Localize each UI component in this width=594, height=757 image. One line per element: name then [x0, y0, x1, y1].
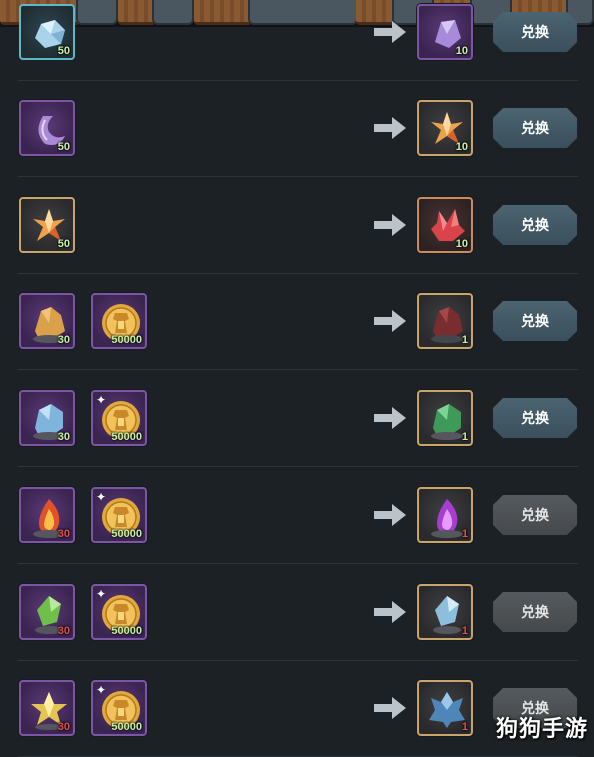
- exchange-row: 50 10 兑换: [0, 80, 594, 177]
- item-count: 50: [57, 45, 70, 57]
- exchange-row: 50 10 兑换: [0, 0, 594, 81]
- exchange-button[interactable]: 兑换: [493, 108, 577, 148]
- item-count: 50000: [111, 528, 142, 540]
- item-slot[interactable]: 30: [19, 680, 75, 736]
- arrow-right-icon: [374, 117, 406, 139]
- arrow-right-icon: [374, 21, 406, 43]
- item-count: 30: [57, 334, 70, 346]
- arrow-right-icon: [374, 601, 406, 623]
- item-slot[interactable]: 30: [19, 487, 75, 543]
- item-count: 50000: [111, 334, 142, 346]
- item-count: 50000: [111, 625, 142, 637]
- item-slot[interactable]: 50: [19, 197, 75, 253]
- item-count: 10: [455, 45, 468, 57]
- exchange-row: 30 ✦ 50000 1 兑换: [0, 564, 594, 661]
- arrow-right-icon: [374, 697, 406, 719]
- item-count: 1: [461, 431, 468, 443]
- item-count: 10: [455, 141, 468, 153]
- item-slot[interactable]: 1: [417, 487, 473, 543]
- item-count: 1: [461, 528, 468, 540]
- exchange-button[interactable]: 兑换: [493, 495, 577, 535]
- exchange-button[interactable]: 兑换: [493, 592, 577, 632]
- item-count: 30: [57, 721, 70, 733]
- arrow-right-icon: [374, 214, 406, 236]
- item-slot[interactable]: 30: [19, 293, 75, 349]
- item-slot[interactable]: ✦ 50000: [91, 680, 147, 736]
- exchange-button[interactable]: 兑换: [493, 301, 577, 341]
- arrow-right-icon: [374, 407, 406, 429]
- item-slot[interactable]: ✦ 50000: [91, 390, 147, 446]
- arrow-right-icon: [374, 504, 406, 526]
- item-slot[interactable]: 10: [417, 4, 473, 60]
- item-count: 1: [461, 721, 468, 733]
- item-count: 1: [461, 334, 468, 346]
- sparkle-icon: ✦: [96, 490, 107, 504]
- item-slot[interactable]: 1: [417, 390, 473, 446]
- item-slot[interactable]: ✦ 50000: [91, 584, 147, 640]
- item-count: 30: [57, 431, 70, 443]
- sparkle-icon: ✦: [96, 393, 107, 407]
- exchange-button[interactable]: 兑换: [493, 12, 577, 52]
- exchange-button[interactable]: 兑换: [493, 398, 577, 438]
- watermark: 狗狗手游: [495, 716, 588, 741]
- item-count: 30: [57, 625, 70, 637]
- sparkle-icon: ✦: [96, 683, 107, 697]
- item-count: 30: [57, 528, 70, 540]
- item-slot[interactable]: 10: [417, 100, 473, 156]
- item-slot[interactable]: 50: [19, 100, 75, 156]
- item-count: 50: [57, 238, 70, 250]
- item-count: 1: [461, 625, 468, 637]
- exchange-row: 30 50000 1 兑换: [0, 273, 594, 370]
- item-count: 50000: [111, 721, 142, 733]
- exchange-button[interactable]: 兑换: [493, 205, 577, 245]
- item-slot[interactable]: 1: [417, 584, 473, 640]
- item-slot[interactable]: 30: [19, 390, 75, 446]
- item-slot[interactable]: 50000: [91, 293, 147, 349]
- item-slot[interactable]: 1: [417, 680, 473, 736]
- arrow-right-icon: [374, 310, 406, 332]
- sparkle-icon: ✦: [96, 587, 107, 601]
- item-count: 50: [57, 141, 70, 153]
- item-count: 50000: [111, 431, 142, 443]
- item-slot[interactable]: ✦ 50000: [91, 487, 147, 543]
- exchange-row: 50 10 兑换: [0, 177, 594, 274]
- exchange-row: 30 ✦ 50000 1 兑换: [0, 370, 594, 467]
- item-slot[interactable]: 1: [417, 293, 473, 349]
- exchange-row: 30 ✦ 50000 1 兑换: [0, 467, 594, 564]
- item-count: 10: [455, 238, 468, 250]
- item-slot[interactable]: 10: [417, 197, 473, 253]
- item-slot[interactable]: 30: [19, 584, 75, 640]
- item-slot[interactable]: 50: [19, 4, 75, 60]
